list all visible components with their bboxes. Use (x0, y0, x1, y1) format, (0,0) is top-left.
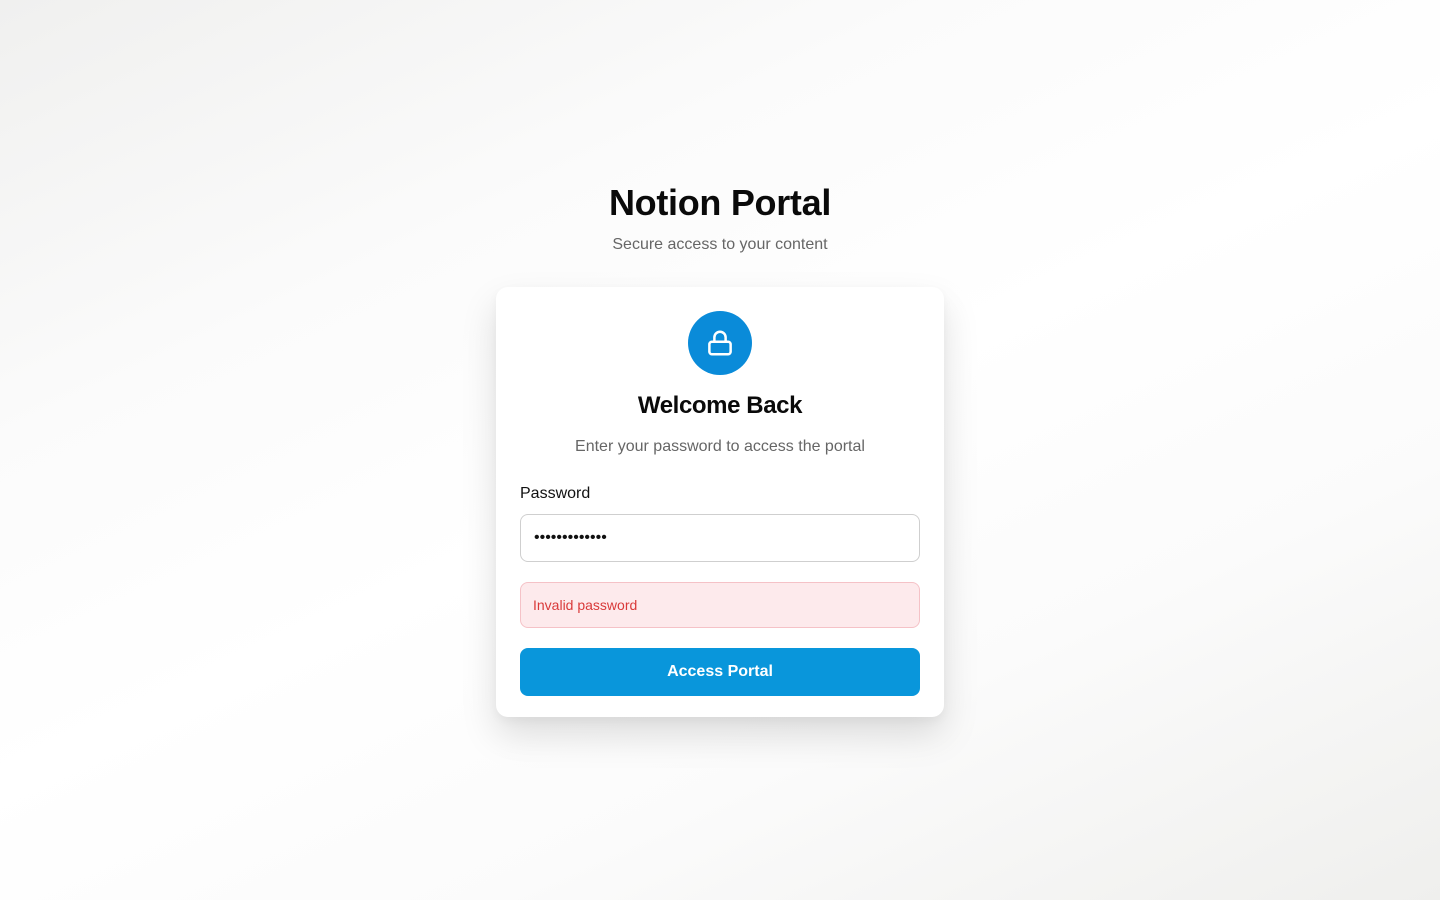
error-alert: Invalid password (520, 582, 920, 628)
welcome-heading: Welcome Back (637, 392, 803, 419)
error-message: Invalid password (533, 597, 638, 613)
access-portal-button[interactable]: Access Portal (520, 648, 920, 696)
login-card: Welcome Back Enter your password to acce… (496, 287, 944, 717)
page-subtitle: Secure access to your content (612, 236, 828, 253)
welcome-subtitle: Enter your password to access the portal (575, 438, 865, 455)
page-title: Notion Portal (608, 182, 832, 223)
lock-icon (708, 330, 732, 356)
password-input[interactable] (520, 514, 920, 562)
password-label: Password (520, 485, 591, 502)
lock-badge (688, 311, 752, 375)
brand-header: Notion Portal Secure access to your cont… (0, 182, 1440, 255)
